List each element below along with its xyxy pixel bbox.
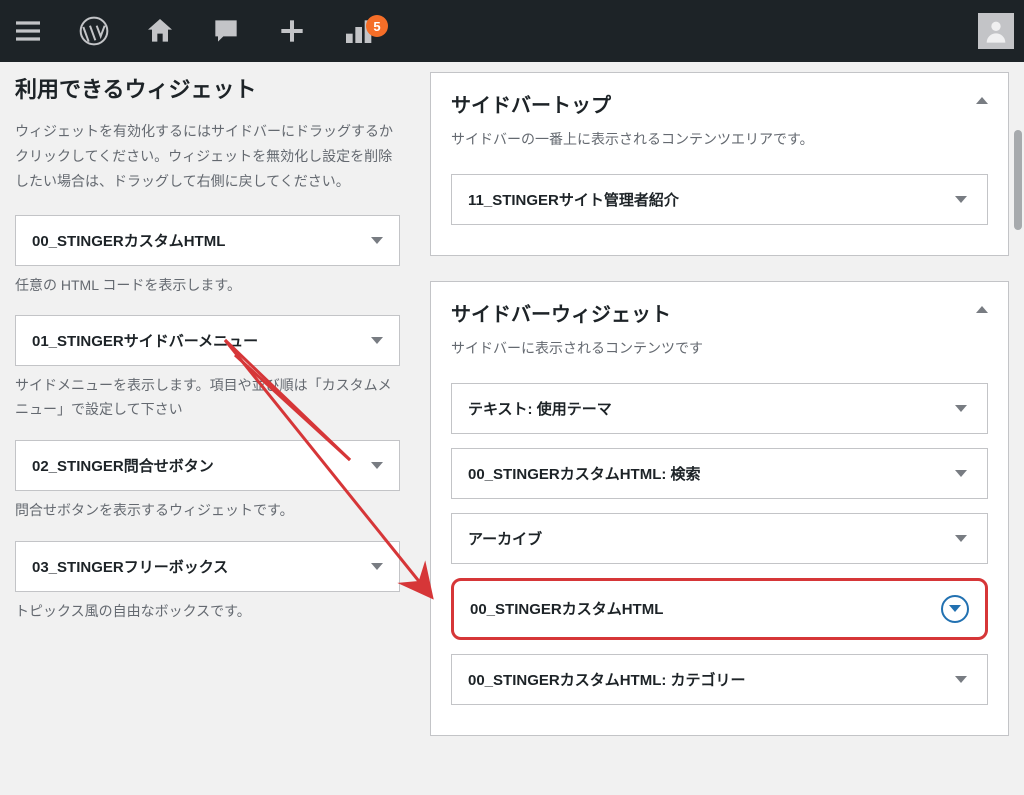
widget-title: 11_STINGERサイト管理者紹介: [468, 189, 679, 210]
user-avatar[interactable]: [978, 13, 1014, 49]
widget-title: テキスト: 使用テーマ: [468, 398, 612, 419]
stats-icon[interactable]: 5: [340, 13, 376, 49]
widget-title: 00_STINGERカスタムHTML: 検索: [468, 463, 701, 484]
available-widgets-description: ウィジェットを有効化するにはサイドバーにドラッグするかクリックしてください。ウィ…: [15, 119, 400, 195]
widget-area-title: サイドバーウィジェット: [451, 298, 671, 327]
chevron-down-icon: [371, 462, 383, 469]
admin-bar: 5: [0, 0, 1024, 62]
available-widget[interactable]: 02_STINGER問合せボタン: [15, 440, 400, 491]
widget-title: 02_STINGER問合せボタン: [32, 455, 214, 476]
chevron-down-icon: [371, 237, 383, 244]
widget-description: 問合せボタンを表示するウィジェットです。: [15, 499, 400, 523]
expand-button[interactable]: [941, 595, 969, 623]
widget-description: サイドメニューを表示します。項目や並び順は「カスタムメニュー」で設定して下さい: [15, 374, 400, 422]
widget-title: 00_STINGERカスタムHTML: [470, 598, 663, 619]
chevron-down-icon: [949, 605, 961, 612]
widget-title: 03_STINGERフリーボックス: [32, 556, 228, 577]
widget-area-sidebar-top: サイドバートップ サイドバーの一番上に表示されるコンテンツエリアです。 11_S…: [430, 72, 1009, 256]
available-widgets-panel: 利用できるウィジェット ウィジェットを有効化するにはサイドバーにドラッグするかク…: [15, 72, 400, 785]
home-icon[interactable]: [142, 13, 178, 49]
widget-area-sidebar-widget: サイドバーウィジェット サイドバーに表示されるコンテンツです テキスト: 使用テ…: [430, 281, 1009, 736]
available-widget[interactable]: 01_STINGERサイドバーメニュー: [15, 315, 400, 366]
chevron-up-icon[interactable]: [976, 306, 988, 313]
widget-title: 00_STINGERカスタムHTML: カテゴリー: [468, 669, 746, 690]
widget-area-title: サイドバートップ: [451, 89, 611, 118]
placed-widget[interactable]: 00_STINGERカスタムHTML: 検索: [451, 448, 988, 499]
widget-description: トピックス風の自由なボックスです。: [15, 600, 400, 624]
notification-badge: 5: [366, 15, 388, 37]
widget-title: アーカイブ: [468, 528, 542, 549]
chevron-up-icon[interactable]: [976, 97, 988, 104]
menu-icon[interactable]: [10, 13, 46, 49]
available-widget[interactable]: 00_STINGERカスタムHTML: [15, 215, 400, 266]
widget-areas-panel: サイドバートップ サイドバーの一番上に表示されるコンテンツエリアです。 11_S…: [430, 72, 1009, 785]
widget-area-description: サイドバーに表示されるコンテンツです: [451, 337, 988, 361]
wordpress-logo-icon[interactable]: [76, 13, 112, 49]
placed-widget-highlighted[interactable]: 00_STINGERカスタムHTML: [451, 578, 988, 640]
chevron-down-icon: [371, 563, 383, 570]
placed-widget[interactable]: 11_STINGERサイト管理者紹介: [451, 174, 988, 225]
placed-widget[interactable]: アーカイブ: [451, 513, 988, 564]
available-widgets-title: 利用できるウィジェット: [15, 72, 400, 104]
add-new-icon[interactable]: [274, 13, 310, 49]
chevron-down-icon: [371, 337, 383, 344]
chevron-down-icon: [955, 405, 967, 412]
widget-description: 任意の HTML コードを表示します。: [15, 274, 400, 298]
chevron-down-icon: [955, 535, 967, 542]
comment-icon[interactable]: [208, 13, 244, 49]
widget-area-description: サイドバーの一番上に表示されるコンテンツエリアです。: [451, 128, 988, 152]
available-widget[interactable]: 03_STINGERフリーボックス: [15, 541, 400, 592]
scrollbar[interactable]: [1014, 130, 1022, 230]
placed-widget[interactable]: 00_STINGERカスタムHTML: カテゴリー: [451, 654, 988, 705]
widget-title: 00_STINGERカスタムHTML: [32, 230, 225, 251]
chevron-down-icon: [955, 676, 967, 683]
widget-title: 01_STINGERサイドバーメニュー: [32, 330, 258, 351]
placed-widget[interactable]: テキスト: 使用テーマ: [451, 383, 988, 434]
chevron-down-icon: [955, 470, 967, 477]
chevron-down-icon: [955, 196, 967, 203]
